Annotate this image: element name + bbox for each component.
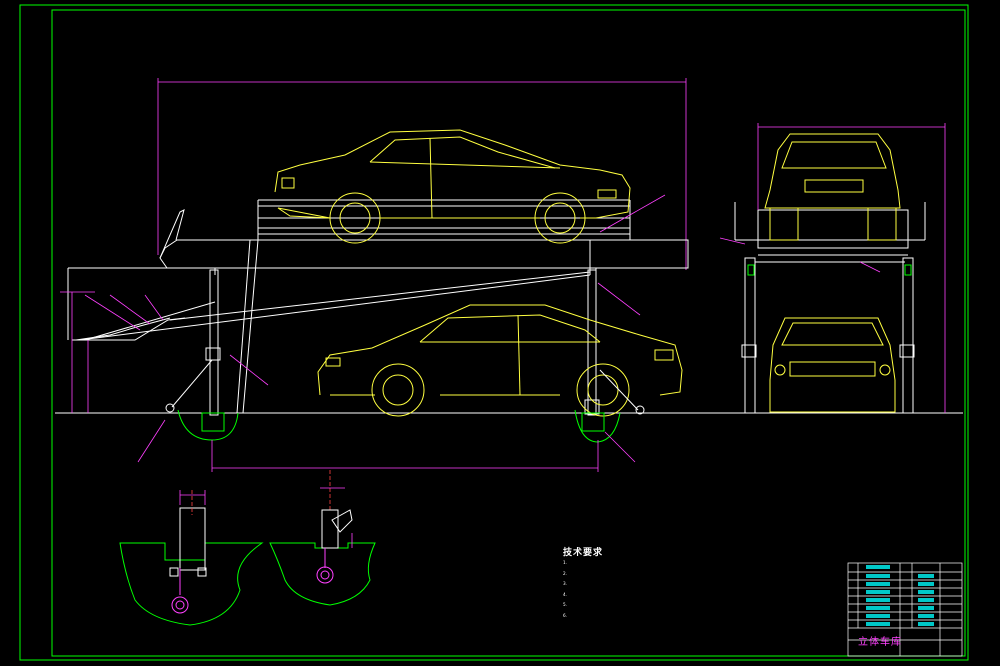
wheelbase-dimension [211, 440, 599, 472]
title-block-drawing-title: 立体车库 [858, 637, 902, 648]
end-view-upper-car [764, 133, 901, 241]
technical-note-2: 2. [563, 570, 567, 576]
support-columns [205, 239, 600, 416]
column-foundation-hatch [177, 409, 621, 443]
upper-platform [159, 199, 689, 275]
technical-note-6: 6. [563, 612, 567, 618]
detail-view-anchor-1 [119, 490, 264, 626]
technical-note-1: 1. [563, 560, 567, 565]
cad-drawing-canvas [19, 4, 969, 661]
detail-view-anchor-2 [269, 470, 376, 606]
lower-ramp [67, 267, 591, 341]
technical-note-5: 5. [563, 602, 567, 607]
height-dimensions [60, 291, 95, 413]
technical-notes: 技术要求 1. 2. 3. 4. 5. 6. [563, 545, 803, 621]
overall-dimension [157, 78, 687, 270]
end-view-brackets [747, 264, 912, 276]
technical-notes-heading: 技术要求 [563, 548, 604, 558]
technical-note-3: 3. [563, 581, 567, 586]
sheet-inner-border [51, 9, 966, 657]
upper-car-outline [274, 129, 631, 244]
technical-note-4: 4. [563, 591, 567, 597]
sheet-outer-border [19, 4, 969, 661]
end-view-lower-car [769, 317, 896, 413]
